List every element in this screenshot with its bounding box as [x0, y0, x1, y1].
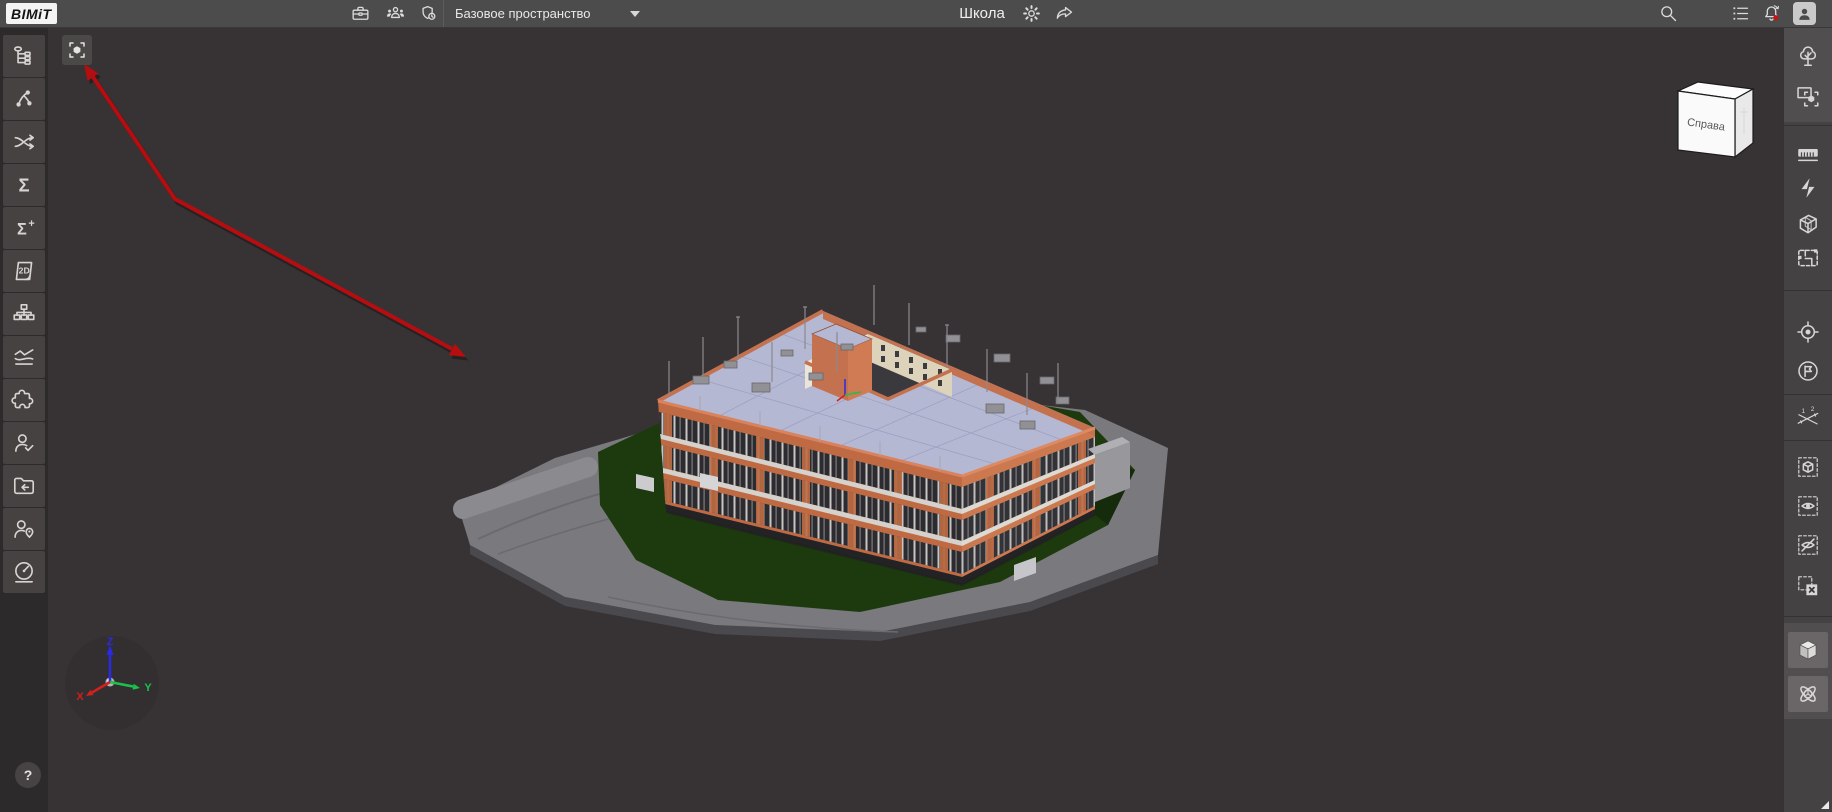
flash-compare-icon[interactable] [1788, 170, 1828, 206]
search-icon[interactable] [1657, 2, 1680, 25]
sheets-2d-icon[interactable]: 2D [3, 250, 45, 292]
floor-plan-icon[interactable] [1788, 240, 1828, 276]
clear-selection-icon[interactable] [1788, 568, 1828, 604]
user-avatar-icon[interactable] [1793, 2, 1816, 25]
axis-y-label: Y [144, 682, 152, 694]
stair-tower [812, 324, 872, 401]
org-chart-icon[interactable] [3, 293, 45, 335]
chevron-down-icon[interactable] [630, 11, 640, 17]
axis-z-label: Z [107, 636, 114, 648]
axes-gizmo: Z Y X [63, 633, 167, 737]
relations-shuffle-icon[interactable] [3, 121, 45, 163]
focus-target-icon[interactable] [1788, 314, 1828, 350]
analytics-trend-icon[interactable] [3, 336, 45, 378]
briefcase-icon[interactable] [349, 2, 372, 25]
help-button[interactable]: ? [15, 762, 41, 788]
show-selection-eye-icon[interactable] [1788, 488, 1828, 524]
settings-gear-icon[interactable] [1020, 2, 1043, 25]
bimit-app: BIMiT Базовое пространство Школа [0, 0, 1832, 812]
svg-text:1: 1 [1802, 408, 1806, 415]
selection-area-icon[interactable] [1788, 78, 1828, 114]
svg-text:Σ: Σ [17, 221, 27, 239]
shield-history-icon[interactable] [417, 2, 440, 25]
axis-lines-icon[interactable]: 12 [1788, 400, 1828, 436]
folder-import-icon[interactable] [3, 465, 45, 507]
sum-sigma-add-icon[interactable]: Σ+ [3, 207, 45, 249]
sum-sigma-icon[interactable]: Σ [3, 164, 45, 206]
share-icon[interactable] [1053, 2, 1076, 25]
user-check-approvals-icon[interactable] [3, 422, 45, 464]
svg-text:2: 2 [1811, 406, 1815, 413]
section-box-icon[interactable] [1788, 205, 1828, 241]
version-branch-icon[interactable] [3, 78, 45, 120]
topbar-separator [443, 0, 444, 27]
team-icon[interactable] [384, 2, 407, 25]
user-geoposition-icon[interactable] [3, 508, 45, 550]
annotation-arrow [84, 64, 469, 361]
page-title: Школа [959, 0, 1005, 27]
flag-marker-icon[interactable] [1788, 353, 1828, 389]
window-resize-grip[interactable] [1821, 801, 1829, 809]
isolate-box-icon[interactable] [1788, 449, 1828, 485]
main-area: Σ Σ+ 2D [0, 27, 1832, 812]
gauge-dashboard-icon[interactable] [3, 551, 45, 593]
left-toolbar: Σ Σ+ 2D [0, 27, 48, 812]
nav-cube[interactable]: Справа [1670, 78, 1762, 164]
top-bar: BIMiT Базовое пространство Школа [0, 0, 1832, 27]
plugins-puzzle-icon[interactable] [3, 379, 45, 421]
bim-model-scene [48, 27, 1784, 812]
selection-frame-button[interactable] [62, 35, 92, 65]
axis-x-label: X [76, 691, 84, 703]
right-toolbar: 12 [1783, 27, 1832, 812]
svg-text:Σ: Σ [18, 175, 29, 196]
viewport-canvas[interactable]: Справа Z Y X [48, 27, 1784, 812]
notification-badge [1773, 15, 1778, 20]
orbit-rotate-icon[interactable] [1788, 676, 1828, 712]
ruler-measure-icon[interactable] [1788, 135, 1828, 171]
hide-selection-eye-off-icon[interactable] [1788, 527, 1828, 563]
notifications-bell-icon[interactable] [1760, 2, 1783, 25]
view-cube-icon[interactable] [1788, 632, 1828, 668]
svg-text:2D: 2D [19, 266, 30, 276]
nature-tree-icon[interactable] [1788, 38, 1828, 74]
space-selector[interactable]: Базовое пространство [455, 0, 591, 27]
model-structure-tree-icon[interactable] [3, 35, 45, 77]
list-menu-icon[interactable] [1729, 2, 1752, 25]
svg-text:+: + [28, 218, 34, 230]
bimit-logo[interactable]: BIMiT [6, 3, 57, 24]
